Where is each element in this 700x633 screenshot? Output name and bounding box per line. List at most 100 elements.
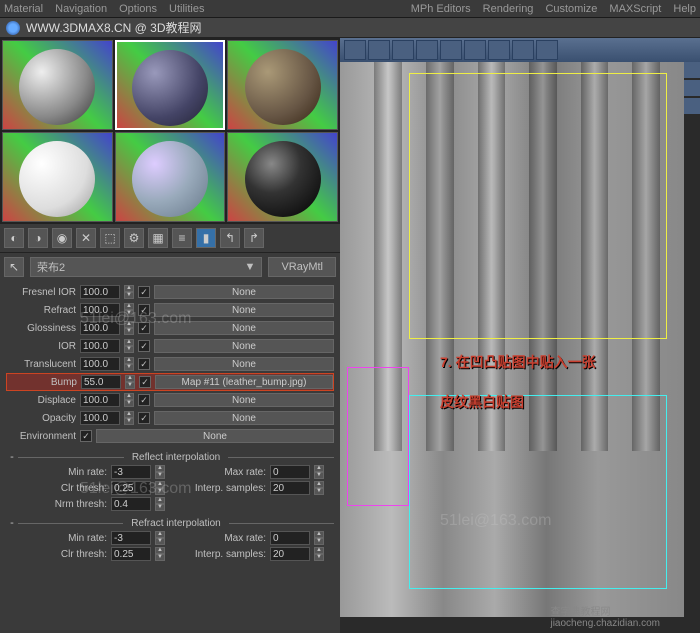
- spinner-arrows[interactable]: ▲▼: [155, 465, 165, 479]
- menu-help[interactable]: Help: [673, 3, 696, 15]
- material-slots-grid: [0, 38, 340, 224]
- param-spinner[interactable]: 100.0: [80, 303, 120, 317]
- vp-tool-icon[interactable]: [392, 40, 414, 60]
- menu-navigation[interactable]: Navigation: [55, 3, 107, 15]
- spinner-arrows[interactable]: ▲▼: [124, 303, 134, 317]
- param-checkbox[interactable]: ✓: [138, 358, 150, 370]
- param-spinner[interactable]: 100.0: [80, 393, 120, 407]
- pick-material-icon[interactable]: ↖: [4, 257, 24, 277]
- tree-icon[interactable]: ≡: [172, 228, 192, 248]
- map-button[interactable]: None: [154, 285, 334, 299]
- param-spinner[interactable]: 100.0: [80, 285, 120, 299]
- vp-tool-icon[interactable]: [512, 40, 534, 60]
- spinner-arrows[interactable]: ▲▼: [124, 357, 134, 371]
- spinner-arrows[interactable]: ▲▼: [124, 411, 134, 425]
- param-checkbox[interactable]: ✓: [138, 412, 150, 424]
- spinner-arrows[interactable]: ▲▼: [314, 531, 324, 545]
- globe-icon: [6, 21, 20, 35]
- get-material-icon[interactable]: ◐: [4, 228, 24, 248]
- put-material-icon[interactable]: ◑: [28, 228, 48, 248]
- spinner-arrows[interactable]: ▲▼: [155, 547, 165, 561]
- vp-tool-icon[interactable]: [440, 40, 462, 60]
- show-map-icon[interactable]: ▦: [148, 228, 168, 248]
- menu-rendering[interactable]: Rendering: [483, 3, 534, 15]
- map-button[interactable]: None: [154, 357, 334, 371]
- spinner-arrows[interactable]: ▲▼: [314, 481, 324, 495]
- interp-spinner[interactable]: -3: [111, 465, 151, 479]
- map-button[interactable]: None: [96, 429, 334, 443]
- param-checkbox[interactable]: ✓: [138, 340, 150, 352]
- menu-editors[interactable]: MPh Editors: [411, 3, 471, 15]
- param-spinner[interactable]: 100.0: [80, 411, 120, 425]
- vp-tool-icon[interactable]: [368, 40, 390, 60]
- spinner-arrows[interactable]: ▲▼: [314, 465, 324, 479]
- vp-tool-icon[interactable]: [536, 40, 558, 60]
- spinner-arrows[interactable]: ▲▼: [124, 285, 134, 299]
- map-button[interactable]: None: [154, 393, 334, 407]
- menu-material[interactable]: Material: [4, 3, 43, 15]
- material-slot-1[interactable]: [2, 40, 113, 130]
- interp-spinner[interactable]: -3: [111, 531, 151, 545]
- interp-spinner[interactable]: 0.25: [111, 481, 151, 495]
- vp-tool-icon[interactable]: [488, 40, 510, 60]
- material-type-button[interactable]: VRayMtl: [268, 257, 336, 277]
- menu-utilities[interactable]: Utilities: [169, 3, 204, 15]
- spinner-arrows[interactable]: ▲▼: [125, 375, 135, 389]
- material-slot-4[interactable]: [2, 132, 113, 222]
- param-checkbox[interactable]: ✓: [80, 430, 92, 442]
- interp-spinner[interactable]: 0: [270, 531, 310, 545]
- reset-icon[interactable]: ✕: [76, 228, 96, 248]
- param-checkbox[interactable]: ✓: [139, 376, 151, 388]
- interp-spinner[interactable]: 0: [270, 465, 310, 479]
- spinner-arrows[interactable]: ▲▼: [124, 393, 134, 407]
- side-tool-icon[interactable]: [684, 80, 700, 96]
- param-row-refract: Refract 100.0▲▼ ✓ None: [6, 301, 334, 319]
- param-checkbox[interactable]: ✓: [138, 304, 150, 316]
- vp-tool-icon[interactable]: [416, 40, 438, 60]
- section-header-reflect[interactable]: -Reflect interpolation: [6, 451, 334, 463]
- interp-spinner[interactable]: 0.4: [111, 497, 151, 511]
- param-checkbox[interactable]: ✓: [138, 322, 150, 334]
- spinner-arrows[interactable]: ▲▼: [155, 481, 165, 495]
- spinner-arrows[interactable]: ▲▼: [155, 531, 165, 545]
- go-forward-icon[interactable]: ↱: [244, 228, 264, 248]
- vp-tool-icon[interactable]: [344, 40, 366, 60]
- param-checkbox[interactable]: ✓: [138, 286, 150, 298]
- spinner-arrows[interactable]: ▲▼: [124, 321, 134, 335]
- interp-spinner[interactable]: 20: [270, 481, 310, 495]
- options-icon[interactable]: ⚙: [124, 228, 144, 248]
- param-spinner[interactable]: 100.0: [80, 339, 120, 353]
- material-slot-5[interactable]: [115, 132, 226, 222]
- side-tool-icon[interactable]: [684, 62, 700, 78]
- menu-options[interactable]: Options: [119, 3, 157, 15]
- go-parent-icon[interactable]: ↰: [220, 228, 240, 248]
- assign-icon[interactable]: ◉: [52, 228, 72, 248]
- map-button[interactable]: None: [154, 303, 334, 317]
- interp-spinner[interactable]: 20: [270, 547, 310, 561]
- map-button[interactable]: Map #11 (leather_bump.jpg): [155, 375, 333, 389]
- show-end-result-icon[interactable]: ▮: [196, 228, 216, 248]
- section-header-refract[interactable]: -Refract interpolation: [6, 517, 334, 529]
- map-button[interactable]: None: [154, 411, 334, 425]
- spinner-arrows[interactable]: ▲▼: [124, 339, 134, 353]
- param-spinner[interactable]: 100.0: [80, 357, 120, 371]
- menu-customize[interactable]: Customize: [545, 3, 597, 15]
- menu-maxscript[interactable]: MAXScript: [609, 3, 661, 15]
- vp-tool-icon[interactable]: [464, 40, 486, 60]
- material-slot-2[interactable]: [115, 40, 226, 130]
- material-slot-6[interactable]: [227, 132, 338, 222]
- spinner-arrows[interactable]: ▲▼: [314, 547, 324, 561]
- map-button[interactable]: None: [154, 339, 334, 353]
- material-name-dropdown[interactable]: 荣布2 ▼: [30, 257, 262, 277]
- material-slot-3[interactable]: [227, 40, 338, 130]
- side-tool-icon[interactable]: [684, 98, 700, 114]
- param-label: Displace: [6, 395, 76, 406]
- map-button[interactable]: None: [154, 321, 334, 335]
- param-spinner[interactable]: 55.0: [81, 375, 121, 389]
- viewport[interactable]: 7. 在凹凸贴图中贴入一张 皮纹黑白贴图 51lei@163.com: [340, 62, 684, 617]
- param-checkbox[interactable]: ✓: [138, 394, 150, 406]
- interp-spinner[interactable]: 0.25: [111, 547, 151, 561]
- spinner-arrows[interactable]: ▲▼: [155, 497, 165, 511]
- copy-icon[interactable]: ⬚: [100, 228, 120, 248]
- param-spinner[interactable]: 100.0: [80, 321, 120, 335]
